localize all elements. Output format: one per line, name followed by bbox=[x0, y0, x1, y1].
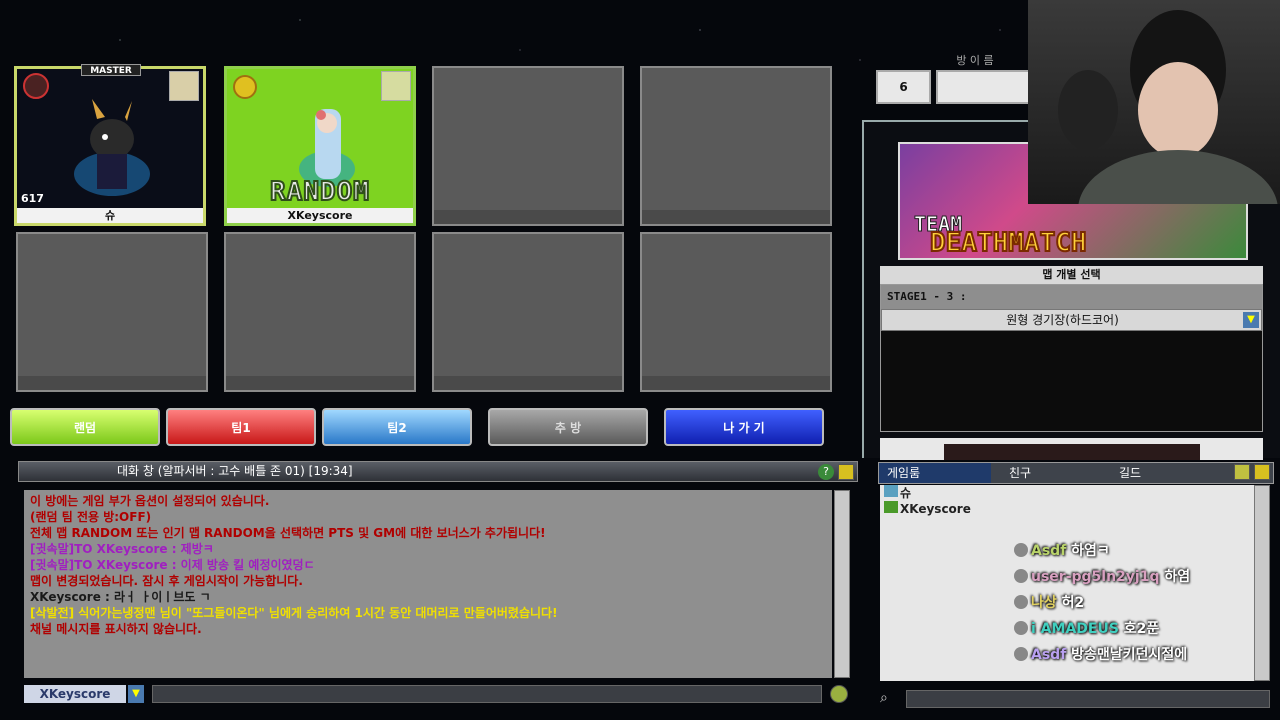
chat-message: 채널 메시지를 표시하지 않습니다. bbox=[30, 622, 202, 636]
send-icon[interactable] bbox=[830, 685, 848, 703]
rank-icon bbox=[23, 73, 49, 99]
minimize-icon[interactable] bbox=[1254, 464, 1270, 480]
map-select-title: 맵 개별 선택 bbox=[880, 266, 1263, 284]
viewer-name: Asdf bbox=[1031, 543, 1067, 559]
chat-message: [귓속말]TO XKeyscore : 제방ㅋ bbox=[30, 542, 214, 556]
userlist-scrollbar[interactable] bbox=[1254, 485, 1270, 681]
room-number: 6 bbox=[876, 70, 931, 104]
user-name: XKeyscore bbox=[900, 502, 971, 516]
empty-slot-bar bbox=[226, 376, 414, 390]
empty-slot-bar bbox=[434, 210, 622, 224]
team2-button[interactable]: 팀2 bbox=[322, 408, 472, 446]
chat-message: 맵이 변경되었습니다. 잠시 후 게임시작이 가능합니다. bbox=[30, 574, 303, 588]
player-name: XKeyscore bbox=[227, 208, 413, 223]
viewer-avatar-icon bbox=[1014, 595, 1028, 609]
search-icon[interactable]: ⌕ bbox=[880, 690, 896, 706]
master-badge: MASTER bbox=[81, 64, 141, 76]
viewer-message-text: 하염 bbox=[1159, 569, 1191, 585]
chat-message: XKeyscore : 라ㅓ ㅏ이ㅣ브도 ㄱ bbox=[30, 590, 211, 604]
player-name: 슈 bbox=[17, 208, 203, 223]
minimize-icon[interactable] bbox=[838, 464, 854, 480]
map-preview-image bbox=[944, 444, 1200, 460]
map-preview bbox=[880, 438, 1263, 460]
pet-icon bbox=[169, 71, 199, 101]
chat-message: 전체 맵 RANDOM 또는 인기 맵 RANDOM을 선택하면 PTS 및 G… bbox=[30, 526, 546, 540]
chat-message: 이 방에는 게임 부가 옵션이 설정되어 있습니다. bbox=[30, 494, 270, 508]
viewer-avatar-icon bbox=[1014, 621, 1028, 635]
userlist-tabs: 게임룸 친구 길드 bbox=[878, 462, 1274, 484]
chat-scrollbar[interactable] bbox=[834, 490, 850, 678]
viewer-message-text: 허2 bbox=[1056, 595, 1085, 611]
viewer-avatar-icon bbox=[1014, 647, 1028, 661]
player-slot-6[interactable] bbox=[224, 232, 416, 392]
chat-message: (랜덤 팀 전용 방:OFF) bbox=[30, 510, 152, 524]
viewer-message-text: 호2푼 bbox=[1118, 621, 1160, 637]
pet-icon bbox=[381, 71, 411, 101]
chat-input-field[interactable] bbox=[152, 685, 822, 703]
streamer-webcam bbox=[1028, 0, 1280, 204]
player-level: 617 bbox=[21, 192, 44, 205]
exit-button[interactable]: 나 가 기 bbox=[664, 408, 824, 446]
chat-input-name[interactable]: XKeyscore bbox=[24, 685, 126, 703]
viewer-message-text: 하염ㅋ bbox=[1066, 543, 1110, 559]
map-dropdown-value: 원형 경기장(하드코어) bbox=[1006, 313, 1119, 327]
userlist-search-input[interactable] bbox=[906, 690, 1270, 708]
character-avatar bbox=[67, 99, 157, 199]
kick-button[interactable]: 추 방 bbox=[488, 408, 648, 446]
random-team-button[interactable]: 랜덤 bbox=[10, 408, 160, 446]
chat-title-bar: 대화 창 (알파서버 : 고수 배틀 존 01) [19:34] bbox=[18, 461, 858, 482]
stage-label: STAGE1 - 3 : bbox=[881, 285, 1262, 309]
empty-slot-bar bbox=[434, 376, 622, 390]
user-rank-icon bbox=[884, 485, 898, 497]
chat-message: [귓속말]TO XKeyscore : 이제 방송 킬 예정이였덩ㄷ bbox=[30, 558, 315, 572]
viewer-name: i AMADEUS bbox=[1031, 621, 1119, 637]
team1-button[interactable]: 팀1 bbox=[166, 408, 316, 446]
map-select-panel: STAGE1 - 3 : 원형 경기장(하드코어) ▼ bbox=[880, 284, 1263, 432]
tab-guild[interactable]: 길드 bbox=[1111, 463, 1221, 483]
viewer-chat-message: user-pg5ln2yj1q 하염 bbox=[1014, 566, 1190, 586]
viewer-chat-message: Asdf 하염ㅋ bbox=[1014, 540, 1110, 560]
viewer-name: Asdf bbox=[1031, 647, 1067, 663]
user-name: 슈 bbox=[900, 486, 912, 500]
viewer-avatar-icon bbox=[1014, 543, 1028, 557]
viewer-name: 나상 bbox=[1031, 595, 1057, 611]
room-name-label: 방 이 름 bbox=[956, 54, 994, 67]
player-slot-7[interactable] bbox=[432, 232, 624, 392]
banner-mode-text: DEATHMATCH bbox=[929, 227, 1088, 258]
random-label: RANDOM bbox=[269, 176, 370, 208]
rank-icon bbox=[233, 75, 257, 99]
viewer-avatar-icon bbox=[1014, 569, 1028, 583]
tab-friends[interactable]: 친구 bbox=[1001, 463, 1111, 483]
chevron-down-icon[interactable]: ▼ bbox=[128, 685, 144, 703]
list-item[interactable]: 슈 bbox=[880, 485, 1254, 501]
chat-log: 이 방에는 게임 부가 옵션이 설정되어 있습니다. (랜덤 팀 전용 방:OFF… bbox=[24, 490, 832, 678]
player-slot-3[interactable] bbox=[432, 66, 624, 226]
chevron-down-icon[interactable]: ▼ bbox=[1243, 312, 1259, 328]
character-avatar bbox=[297, 99, 357, 189]
player-slot-2[interactable]: RANDOM XKeyscore bbox=[224, 66, 416, 226]
map-dropdown[interactable]: 원형 경기장(하드코어) ▼ bbox=[881, 309, 1262, 331]
player-slot-4[interactable] bbox=[640, 66, 832, 226]
player-slot-8[interactable] bbox=[640, 232, 832, 392]
user-rank-icon bbox=[884, 501, 898, 513]
tab-gameroom[interactable]: 게임룸 bbox=[879, 463, 991, 483]
empty-slot-bar bbox=[642, 210, 830, 224]
player-slot-1[interactable]: MASTER 617 슈 bbox=[14, 64, 206, 226]
viewer-name: user-pg5ln2yj1q bbox=[1031, 569, 1160, 585]
viewer-chat-message: i AMADEUS 호2푼 bbox=[1014, 618, 1159, 638]
player-slot-5[interactable] bbox=[16, 232, 208, 392]
empty-slot-bar bbox=[18, 376, 206, 390]
viewer-chat-message: 나상 허2 bbox=[1014, 592, 1084, 612]
viewer-chat-message: Asdf 방송맨날키던시절에 bbox=[1014, 644, 1187, 664]
chat-message: [삭발전] 식어가는냉정맨 님이 "또그들이온다" 님에게 승리하여 1시간 동… bbox=[30, 606, 558, 620]
viewer-message-text: 방송맨날키던시절에 bbox=[1066, 647, 1188, 663]
userlist-settings-icon[interactable] bbox=[1234, 464, 1250, 480]
help-icon[interactable]: ? bbox=[818, 464, 834, 480]
empty-slot-bar bbox=[642, 376, 830, 390]
list-item[interactable]: XKeyscore bbox=[880, 501, 1254, 517]
